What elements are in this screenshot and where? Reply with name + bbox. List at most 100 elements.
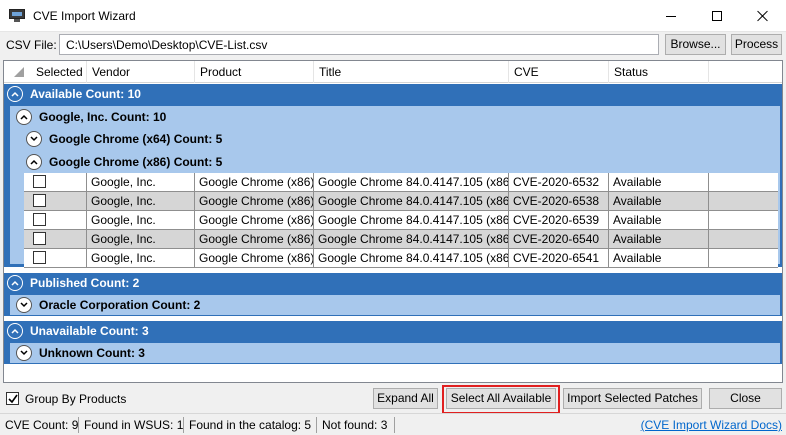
group-chrome-x86-label: Google Chrome (x86) Count: 5 xyxy=(49,155,223,169)
group-published-label: Published Count: 2 xyxy=(30,276,140,290)
status-bar: CVE Count: 9 Found in WSUS: 1 Found in t… xyxy=(0,413,786,435)
cve-cell: CVE-2020-6539 xyxy=(509,211,609,230)
vendor-cell: Google, Inc. xyxy=(87,230,195,249)
group-chrome-x64-label: Google Chrome (x64) Count: 5 xyxy=(49,132,223,146)
column-header-cve[interactable]: CVE xyxy=(509,61,609,83)
chevron-down-icon[interactable] xyxy=(16,297,32,313)
status-cell: Available xyxy=(609,230,709,249)
import-selected-patches-button[interactable]: Import Selected Patches xyxy=(563,388,702,409)
minimize-button[interactable] xyxy=(648,0,694,32)
status-divider xyxy=(183,417,184,433)
chevron-up-icon[interactable] xyxy=(7,86,23,102)
vendor-cell: Google, Inc. xyxy=(87,173,195,192)
table-row[interactable]: Google, Inc. Google Chrome (x86) Google … xyxy=(24,211,778,230)
chevron-up-icon[interactable] xyxy=(26,154,42,170)
select-all-corner[interactable] xyxy=(4,61,30,83)
grid-header: Selected Vendor Product Title CVE Status xyxy=(4,61,782,83)
product-cell: Google Chrome (x86) xyxy=(195,211,314,230)
status-divider xyxy=(316,417,317,433)
table-row[interactable]: Google, Inc. Google Chrome (x86) Google … xyxy=(24,173,778,192)
not-found-status: Not found: 3 xyxy=(322,418,388,432)
group-chrome-x64[interactable]: Google Chrome (x64) Count: 5 xyxy=(20,129,780,149)
status-cell: Available xyxy=(609,249,709,268)
column-header-selected[interactable]: Selected xyxy=(31,61,87,83)
row-checkbox[interactable] xyxy=(33,251,46,264)
group-unknown[interactable]: Unknown Count: 3 xyxy=(10,343,780,363)
title-cell: Google Chrome 84.0.4147.105 (x86) xyxy=(314,192,509,211)
title-cell: Google Chrome 84.0.4147.105 (x86) xyxy=(314,173,509,192)
group-oracle[interactable]: Oracle Corporation Count: 2 xyxy=(10,295,780,315)
maximize-button[interactable] xyxy=(694,0,740,32)
group-unavailable[interactable]: Unavailable Count: 3 xyxy=(4,321,782,341)
chevron-up-icon[interactable] xyxy=(7,323,23,339)
group-by-products-checkbox[interactable] xyxy=(6,392,19,405)
title-cell: Google Chrome 84.0.4147.105 (x86) xyxy=(314,230,509,249)
product-cell: Google Chrome (x86) xyxy=(195,249,314,268)
highlight-outline xyxy=(442,385,560,414)
row-checkbox[interactable] xyxy=(33,194,46,207)
status-cell: Available xyxy=(609,192,709,211)
chevron-up-icon[interactable] xyxy=(7,275,23,291)
table-row[interactable]: Google, Inc. Google Chrome (x86) Google … xyxy=(24,230,778,249)
cve-cell: CVE-2020-6540 xyxy=(509,230,609,249)
product-cell: Google Chrome (x86) xyxy=(195,192,314,211)
action-bar: Group By Products Expand All Select All … xyxy=(0,386,786,412)
title-bar: CVE Import Wizard xyxy=(0,0,786,32)
status-cell: Available xyxy=(609,211,709,230)
product-cell: Google Chrome (x86) xyxy=(195,173,314,192)
process-button[interactable]: Process xyxy=(731,34,782,55)
selected-cell[interactable] xyxy=(24,230,87,249)
title-cell: Google Chrome 84.0.4147.105 (x86) xyxy=(314,211,509,230)
vendor-cell: Google, Inc. xyxy=(87,211,195,230)
column-header-status[interactable]: Status xyxy=(609,61,709,83)
found-wsus-status: Found in WSUS: 1 xyxy=(84,418,184,432)
group-chrome-x86[interactable]: Google Chrome (x86) Count: 5 xyxy=(20,152,780,172)
selected-cell[interactable] xyxy=(24,173,87,192)
found-catalog-status: Found in the catalog: 5 xyxy=(189,418,312,432)
column-header-title[interactable]: Title xyxy=(314,61,509,83)
group-available-label: Available Count: 10 xyxy=(30,87,141,101)
docs-link[interactable]: (CVE Import Wizard Docs) xyxy=(641,418,782,432)
product-cell: Google Chrome (x86) xyxy=(195,230,314,249)
chevron-up-icon[interactable] xyxy=(16,109,32,125)
expand-all-button[interactable]: Expand All xyxy=(373,388,438,409)
cve-cell: CVE-2020-6532 xyxy=(509,173,609,192)
csv-file-input[interactable] xyxy=(59,34,659,55)
selected-cell[interactable] xyxy=(24,249,87,268)
close-icon xyxy=(757,10,769,22)
csv-file-label: CSV File: xyxy=(6,38,57,52)
group-oracle-label: Oracle Corporation Count: 2 xyxy=(39,298,201,312)
group-unknown-label: Unknown Count: 3 xyxy=(39,346,145,360)
status-divider xyxy=(394,417,395,433)
vendor-cell: Google, Inc. xyxy=(87,249,195,268)
row-checkbox[interactable] xyxy=(33,175,46,188)
minimize-icon xyxy=(666,15,676,17)
status-divider xyxy=(78,417,79,433)
selected-cell[interactable] xyxy=(24,211,87,230)
group-unavailable-label: Unavailable Count: 3 xyxy=(30,324,149,338)
chevron-down-icon[interactable] xyxy=(16,345,32,361)
cve-grid[interactable]: Selected Vendor Product Title CVE Status… xyxy=(3,60,783,383)
row-checkbox[interactable] xyxy=(33,213,46,226)
cve-count-status: CVE Count: 9 xyxy=(5,418,79,432)
row-checkbox[interactable] xyxy=(33,232,46,245)
maximize-icon xyxy=(712,11,722,21)
monitor-icon xyxy=(9,9,25,22)
browse-button[interactable]: Browse... xyxy=(665,34,726,55)
window-title: CVE Import Wizard xyxy=(33,9,136,23)
column-header-vendor[interactable]: Vendor xyxy=(87,61,195,83)
chevron-down-icon[interactable] xyxy=(26,131,42,147)
title-cell: Google Chrome 84.0.4147.105 (x86) xyxy=(314,249,509,268)
close-window-button[interactable] xyxy=(740,0,786,32)
checkmark-icon xyxy=(8,394,18,404)
column-header-product[interactable]: Product xyxy=(195,61,314,83)
group-available[interactable]: Available Count: 10 xyxy=(4,84,782,104)
group-published[interactable]: Published Count: 2 xyxy=(4,273,782,293)
cve-cell: CVE-2020-6538 xyxy=(509,192,609,211)
group-google[interactable]: Google, Inc. Count: 10 xyxy=(10,107,780,127)
table-row[interactable]: Google, Inc. Google Chrome (x86) Google … xyxy=(24,249,778,268)
close-button[interactable]: Close xyxy=(709,388,782,409)
group-by-products-label[interactable]: Group By Products xyxy=(25,392,126,406)
table-row[interactable]: Google, Inc. Google Chrome (x86) Google … xyxy=(24,192,778,211)
selected-cell[interactable] xyxy=(24,192,87,211)
